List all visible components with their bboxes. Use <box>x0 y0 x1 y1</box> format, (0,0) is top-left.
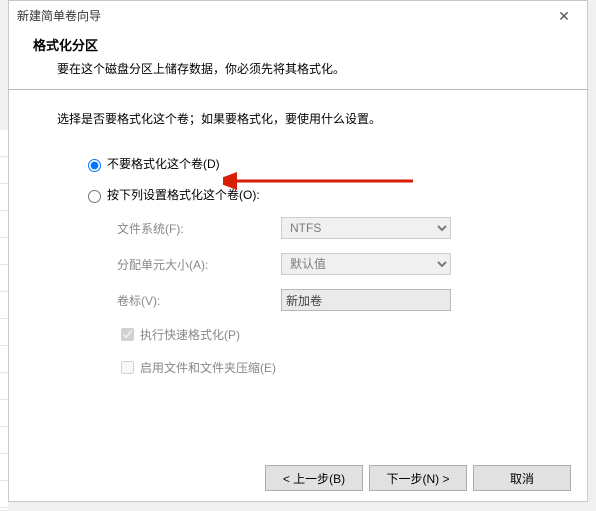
close-icon[interactable]: ✕ <box>549 1 579 31</box>
allocation-select: 默认值 <box>281 253 451 275</box>
quick-format-label: 执行快速格式化(P) <box>140 326 240 343</box>
titlebar: 新建简单卷向导 ✕ <box>9 1 587 31</box>
volume-label-text: 卷标(V): <box>117 292 281 309</box>
radio-do-format-row[interactable]: 按下列设置格式化这个卷(O): <box>83 186 539 203</box>
filesystem-select: NTFS <box>281 217 451 239</box>
compress-checkbox <box>121 361 134 374</box>
compress-label: 启用文件和文件夹压缩(E) <box>140 359 276 376</box>
back-button[interactable]: < 上一步(B) <box>265 465 363 491</box>
radio-no-format[interactable] <box>88 159 101 172</box>
cancel-button[interactable]: 取消 <box>473 465 571 491</box>
titlebar-text: 新建简单卷向导 <box>17 1 101 31</box>
background-left-strip <box>0 130 8 510</box>
header-description: 要在这个磁盘分区上储存数据，你必须先将其格式化。 <box>33 60 563 77</box>
wizard-content: 选择是否要格式化这个卷；如果要格式化，要使用什么设置。 不要格式化这个卷(D) … <box>9 90 587 377</box>
radio-do-format-label: 按下列设置格式化这个卷(O): <box>107 186 260 203</box>
wizard-footer: < 上一步(B) 下一步(N) > 取消 <box>265 465 571 491</box>
allocation-row: 分配单元大小(A): 默认值 <box>117 253 539 275</box>
filesystem-label: 文件系统(F): <box>117 220 281 237</box>
prompt-text: 选择是否要格式化这个卷；如果要格式化，要使用什么设置。 <box>57 110 539 127</box>
quick-format-row: 执行快速格式化(P) <box>117 325 539 344</box>
format-form: 文件系统(F): NTFS 分配单元大小(A): 默认值 卷标(V): <box>117 217 539 311</box>
volume-label-input <box>281 289 451 311</box>
allocation-label: 分配单元大小(A): <box>117 256 281 273</box>
radio-do-format[interactable] <box>88 190 101 203</box>
quick-format-checkbox <box>121 328 134 341</box>
header-title: 格式化分区 <box>33 35 563 54</box>
wizard-header: 格式化分区 要在这个磁盘分区上储存数据，你必须先将其格式化。 <box>9 31 587 89</box>
wizard-dialog: 新建简单卷向导 ✕ 格式化分区 要在这个磁盘分区上储存数据，你必须先将其格式化。… <box>8 0 588 502</box>
radio-no-format-row[interactable]: 不要格式化这个卷(D) <box>83 155 539 172</box>
compress-row: 启用文件和文件夹压缩(E) <box>117 358 539 377</box>
next-button[interactable]: 下一步(N) > <box>369 465 467 491</box>
radio-no-format-label: 不要格式化这个卷(D) <box>107 155 220 172</box>
filesystem-row: 文件系统(F): NTFS <box>117 217 539 239</box>
volume-label-row: 卷标(V): <box>117 289 539 311</box>
